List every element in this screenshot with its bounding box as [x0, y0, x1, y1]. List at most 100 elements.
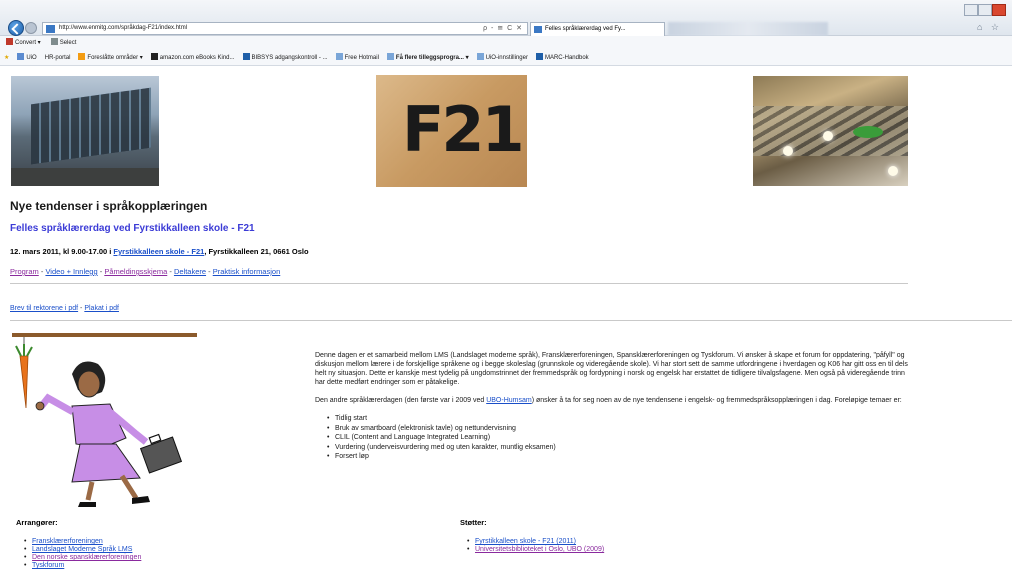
page-content: F21 Nye tendenser i språkopplæringen Fel… — [0, 68, 1012, 576]
nav-link-registration[interactable]: Påmeldingsskjema — [104, 267, 167, 276]
fav-item-hr-portal[interactable]: HR-portal — [45, 51, 71, 65]
supporter-link[interactable]: Fyrstikkalleen skole - F21 (2011) — [475, 538, 576, 545]
fav-icon — [535, 53, 543, 60]
divider — [10, 283, 908, 284]
fav-item-bibsys[interactable]: BIBSYS adgangskontroll - ... — [242, 51, 328, 65]
list-item: Bruk av smartboard (elektronisk tavle) o… — [327, 424, 915, 434]
fav-item-marc[interactable]: MARC-Handbok — [535, 51, 589, 65]
atrium-lamp — [823, 131, 833, 141]
pdf-links: Brev til rektorene i pdf - Plakat i pdf — [10, 305, 119, 312]
select-icon — [50, 38, 58, 45]
woman-jacket — [71, 403, 127, 449]
sign-text: F21 — [402, 93, 525, 166]
tab-title: Felles språklærerdag ved Fy... — [545, 26, 626, 32]
url-text: http://www.enmitg.com/språkdag-F21/index… — [59, 25, 188, 31]
date-prefix: 12. mars 2011, kl 9.00-17.00 i — [10, 247, 114, 256]
forward-button[interactable] — [25, 22, 37, 34]
organizer-link[interactable]: Den norske spansklærerforeningen — [32, 554, 141, 561]
fav-item-uio-settings[interactable]: UiO-innstillinger — [476, 51, 528, 65]
close-window-button[interactable] — [992, 4, 1006, 16]
home-star-icons[interactable]: ⌂ ☆ — [977, 22, 1002, 33]
organizers-list: Fransklærerforeningen Landslaget Moderne… — [24, 538, 141, 570]
list-item: Tidlig start — [327, 414, 915, 424]
carrot-and-stick-cartoon — [12, 333, 197, 507]
command-bar: Convert ▾ Select — [0, 36, 1012, 51]
fav-icon — [476, 53, 484, 60]
select-button[interactable]: Select — [50, 36, 76, 51]
poster-pdf-link[interactable]: Plakat i pdf — [84, 305, 119, 312]
fav-icon — [78, 53, 86, 60]
event-subtitle: Felles språklærerdag ved Fyrstikkalleen … — [10, 223, 255, 234]
favorites-star-icon[interactable]: ★ — [4, 51, 9, 65]
fav-icon — [335, 53, 343, 60]
intro-text: Denne dagen er et samarbeid mellom LMS (… — [315, 351, 915, 462]
ubo-humsam-link[interactable]: UBO-Humsam — [486, 397, 532, 404]
nav-separator: - — [206, 267, 213, 276]
intro-paragraph-1: Denne dagen er et samarbeid mellom LMS (… — [315, 352, 908, 386]
pdf-icon — [6, 38, 13, 45]
address-tools[interactable]: ρ - ≅ C ✕ — [483, 23, 523, 34]
supporters-list: Fyrstikkalleen skole - F21 (2011) Univer… — [467, 538, 604, 554]
topic-list: Tidlig start Bruk av smartboard (elektro… — [327, 414, 915, 462]
fav-item-addons[interactable]: Få flere tilleggsprogra... ▾ — [386, 51, 469, 65]
page-nav: Program - Video + Innlegg - Påmeldingssk… — [10, 267, 280, 276]
tab-favicon-icon — [534, 26, 542, 33]
fav-icon — [150, 53, 158, 60]
carrot-icon — [19, 355, 29, 409]
list-item: Fyrstikkalleen skole - F21 (2011) — [467, 538, 604, 546]
minimize-button[interactable] — [964, 4, 978, 16]
nav-link-practical-info[interactable]: Praktisk informasjon — [213, 267, 281, 276]
date-suffix: , Fyrstikkalleen 21, 0661 Oslo — [204, 247, 309, 256]
nav-link-video[interactable]: Video + Innlegg — [45, 267, 97, 276]
nav-link-program[interactable]: Program — [10, 267, 39, 276]
fav-item-amazon[interactable]: amazon.com eBooks Kind... — [150, 51, 235, 65]
building-ground — [11, 168, 159, 186]
page-title: Nye tendenser i språkopplæringen — [10, 199, 208, 213]
carrot-leaves — [15, 344, 33, 357]
stick — [12, 333, 197, 337]
woman-hand — [35, 401, 45, 411]
fav-item-hotmail[interactable]: Free Hotmail — [335, 51, 379, 65]
fav-icon — [17, 53, 25, 60]
organizer-link[interactable]: Landslaget Moderne Språk LMS — [32, 546, 132, 553]
building-facade — [31, 87, 151, 165]
fav-item-uio[interactable]: UiO — [17, 51, 37, 65]
list-item: Vurdering (underveisvurdering med og ute… — [327, 443, 915, 453]
event-date-line: 12. mars 2011, kl 9.00-17.00 i Fyrstikka… — [10, 247, 309, 256]
address-bar[interactable]: http://www.enmitg.com/språkdag-F21/index… — [42, 22, 528, 35]
supporters-heading: Støtter: — [460, 518, 487, 527]
intro-p2-post: ) ønsker å ta for seg noen av de nye ten… — [531, 397, 902, 404]
atrium-lamp — [783, 146, 793, 156]
list-item: Forsert løp — [327, 452, 915, 462]
tab-active[interactable]: Felles språklærerdag ved Fy... — [530, 22, 665, 36]
maximize-button[interactable] — [978, 4, 992, 16]
building-photo — [11, 76, 159, 186]
atrium-plant — [853, 126, 883, 138]
convert-button[interactable]: Convert ▾ — [6, 36, 41, 51]
list-item: Landslaget Moderne Språk LMS — [24, 546, 141, 554]
atrium-lamp — [888, 166, 898, 176]
fav-icon — [242, 53, 250, 60]
letter-pdf-link[interactable]: Brev til rektorene i pdf — [10, 305, 78, 312]
venue-link[interactable]: Fyrstikkalleen skole - F21 — [113, 247, 204, 256]
woman-face — [77, 370, 101, 398]
supporter-link[interactable]: Universitetsbiblioteket i Oslo, UBO (200… — [475, 546, 604, 553]
window-controls — [964, 4, 1006, 16]
organizer-link[interactable]: Fransklærerforeningen — [32, 538, 103, 545]
intro-paragraph-2: Den andre språklærerdagen (den første va… — [315, 396, 915, 405]
fav-item-suggested[interactable]: Foreslåtte områder ▾ — [78, 51, 143, 65]
divider — [10, 320, 1012, 321]
tab-blurred[interactable] — [668, 22, 828, 36]
woman-arm-raised — [37, 393, 75, 416]
nav-link-participants[interactable]: Deltakere — [174, 267, 206, 276]
woman-skirt — [71, 443, 141, 483]
organizer-link[interactable]: Tyskforum — [32, 562, 64, 569]
intro-p2-pre: Den andre språklærerdagen (den første va… — [315, 397, 487, 404]
fav-icon — [386, 53, 394, 60]
nav-separator: - — [167, 267, 174, 276]
list-item: Fransklærerforeningen — [24, 538, 141, 546]
back-button[interactable] — [8, 20, 24, 36]
organizers-heading: Arrangører: — [16, 518, 58, 527]
favorites-bar: ★ UiO HR-portal Foreslåtte områder ▾ ama… — [0, 51, 1012, 66]
page-favicon-icon — [46, 25, 55, 33]
